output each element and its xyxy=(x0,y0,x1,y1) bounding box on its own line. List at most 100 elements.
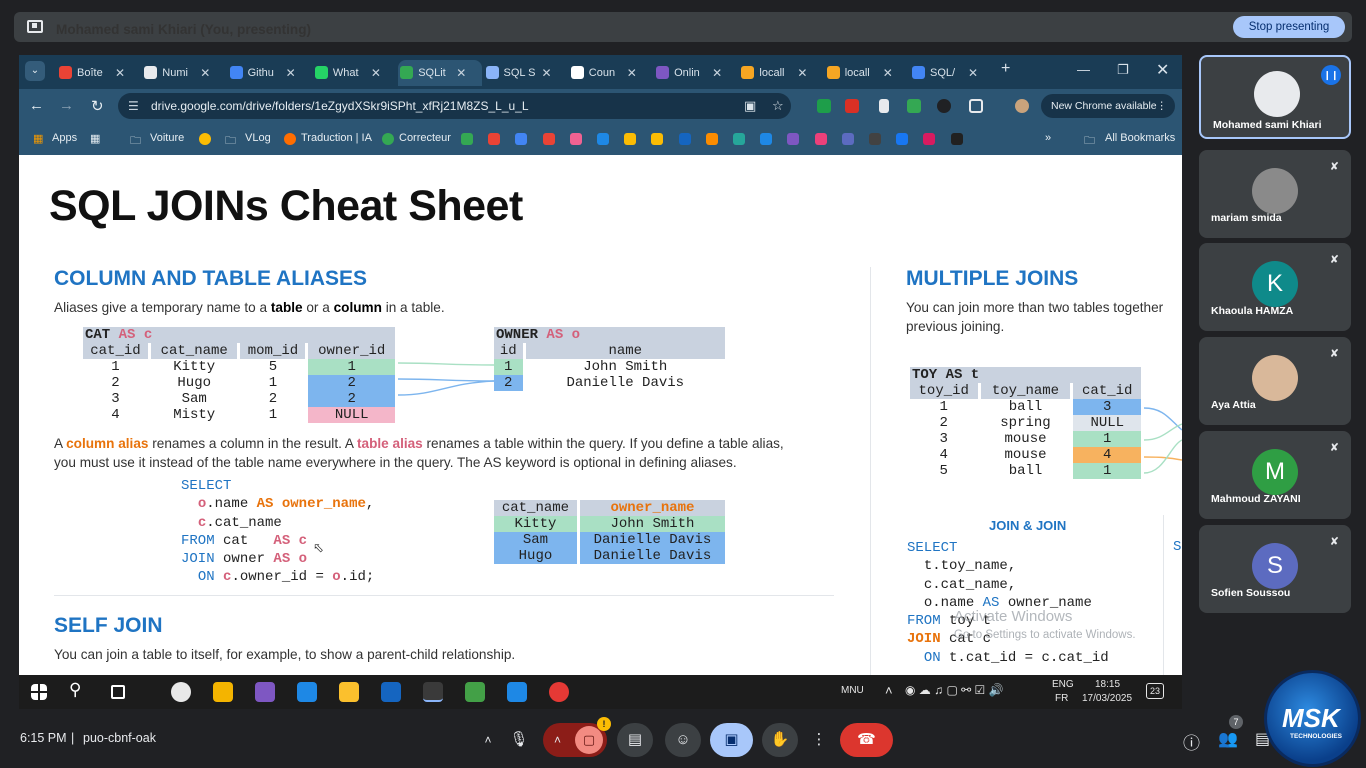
bookmark-icon[interactable] xyxy=(199,133,211,145)
bookmark-icon[interactable] xyxy=(678,133,691,145)
present-screen-button[interactable]: ▣ xyxy=(710,723,753,757)
tab-close-icon[interactable]: ✕ xyxy=(627,60,637,86)
profile-avatar[interactable] xyxy=(1015,99,1029,113)
taskbar-app-icon[interactable] xyxy=(255,682,275,702)
taskbar-app-icon[interactable] xyxy=(213,682,233,702)
minimize-icon[interactable]: — xyxy=(1077,62,1090,77)
bookmark-vlog[interactable]: VLog xyxy=(245,132,271,144)
forward-icon[interactable]: → xyxy=(59,97,74,114)
more-options-icon[interactable]: ⋮ xyxy=(807,723,831,757)
bookmark-icon[interactable] xyxy=(814,133,827,145)
tab-3[interactable]: What ✕ xyxy=(313,60,393,86)
tab-close-icon[interactable]: ✕ xyxy=(371,60,381,86)
microphone-button[interactable]: 🎙 xyxy=(502,723,536,757)
tab-2[interactable]: Githu ✕ xyxy=(228,60,308,86)
raise-hand-button[interactable]: ✋ xyxy=(762,723,798,757)
tab-close-icon[interactable]: ✕ xyxy=(797,60,807,86)
bookmark-icon[interactable] xyxy=(896,133,909,145)
tab-4[interactable]: SQLit ✕ xyxy=(398,60,483,86)
participant-tile[interactable]: S Sofien Soussou ✘ xyxy=(1199,525,1351,613)
tab-close-icon[interactable]: ✕ xyxy=(712,60,722,86)
bookmark-icon[interactable] xyxy=(569,133,582,145)
bookmark-icon[interactable] xyxy=(461,133,473,145)
tab-1[interactable]: Numi ✕ xyxy=(142,60,222,86)
tab-close-icon[interactable]: ✕ xyxy=(115,60,125,86)
taskbar-app-icon[interactable] xyxy=(549,682,569,702)
more-bookmarks-icon[interactable]: » xyxy=(1045,132,1051,144)
bookmark-icon[interactable] xyxy=(488,133,501,145)
bookmark-icon[interactable] xyxy=(624,133,637,145)
participant-tile[interactable]: mariam smida ✘ xyxy=(1199,150,1351,238)
bookmark-icon[interactable] xyxy=(382,133,394,145)
tab-close-icon[interactable]: ✕ xyxy=(968,60,978,86)
bookmark-icon[interactable] xyxy=(284,133,296,145)
people-icon[interactable]: 👥 xyxy=(1218,729,1238,749)
bookmark-icon[interactable] xyxy=(651,133,664,145)
tab-9[interactable]: locall ✕ xyxy=(825,60,905,86)
taskbar-app-icon[interactable] xyxy=(465,682,485,702)
extension-icon[interactable] xyxy=(845,99,859,113)
tab-5[interactable]: SQL S ✕ xyxy=(484,60,564,86)
bookmark-icon[interactable] xyxy=(869,133,881,145)
leave-call-button[interactable]: ☎ xyxy=(840,723,893,757)
stop-presenting-button[interactable]: Stop presenting xyxy=(1233,16,1345,38)
reload-icon[interactable]: ↻ xyxy=(91,97,104,115)
audio-options-chevron-icon[interactable]: ˄ xyxy=(476,723,500,757)
tab-close-icon[interactable]: ✕ xyxy=(200,60,210,86)
bookmark-icon[interactable] xyxy=(841,133,854,145)
tab-search-chevron-icon[interactable]: ⌄ xyxy=(25,61,45,81)
bookmark-icon[interactable] xyxy=(733,133,745,145)
bookmark-icon[interactable] xyxy=(787,133,800,145)
keyboard-indicator[interactable]: MNU xyxy=(841,685,864,696)
extension-icon[interactable] xyxy=(817,99,831,113)
bookmark-icon[interactable] xyxy=(597,133,609,145)
site-info-icon[interactable]: ☰ xyxy=(128,93,139,119)
tab-close-icon[interactable]: ✕ xyxy=(286,60,296,86)
search-icon[interactable]: ⚲ xyxy=(69,680,89,700)
bookmark-apps[interactable]: Apps xyxy=(52,132,77,144)
clock-time[interactable]: 18:15 xyxy=(1095,679,1120,690)
install-app-icon[interactable]: ▣ xyxy=(744,93,756,119)
address-bar[interactable]: ☰ drive.google.com/drive/folders/1eZgydX… xyxy=(118,93,791,119)
emoji-reaction-button[interactable]: ☺ xyxy=(665,723,701,757)
clock-date[interactable]: 17/03/2025 xyxy=(1082,693,1132,704)
task-view-icon[interactable] xyxy=(111,685,125,699)
participant-tile[interactable]: Mohamed sami Khiari ❙❙ xyxy=(1199,55,1351,139)
participant-tile[interactable]: M Mahmoud ZAYANI ✘ xyxy=(1199,431,1351,519)
tab-close-icon[interactable]: ✕ xyxy=(883,60,893,86)
bookmark-icon[interactable] xyxy=(705,133,718,145)
show-hidden-icons[interactable]: ˄ xyxy=(885,683,893,698)
new-tab-button[interactable]: + xyxy=(1001,60,1010,78)
notification-icon[interactable]: 23 xyxy=(1146,683,1164,699)
taskbar-app-icon[interactable] xyxy=(507,682,527,702)
lang-fr[interactable]: FR xyxy=(1055,693,1068,704)
bookmark-icon[interactable] xyxy=(923,133,936,145)
tab-6[interactable]: Coun ✕ xyxy=(569,60,649,86)
taskbar-app-icon[interactable] xyxy=(423,682,443,702)
participant-tile[interactable]: K Khaoula HAMZA ✘ xyxy=(1199,243,1351,331)
taskbar-app-icon[interactable] xyxy=(381,682,401,702)
bookmark-all[interactable]: All Bookmarks xyxy=(1105,132,1175,144)
tray-icons[interactable]: ◉ ☁ ♫ ▢ ⚯ ☑ 🔊 xyxy=(905,683,1004,697)
tab-groups-icon[interactable]: ▦ xyxy=(90,132,100,145)
bookmark-icon[interactable] xyxy=(760,133,773,145)
apps-grid-icon[interactable]: ▦ xyxy=(33,132,43,145)
participant-tile[interactable]: Aya Attia ✘ xyxy=(1199,337,1351,425)
more-menu-icon[interactable]: ⋮ xyxy=(1157,94,1168,118)
bookmark-correcteur[interactable]: Correcteur xyxy=(399,132,451,144)
meeting-info-icon[interactable]: ⓘ xyxy=(1183,729,1200,754)
tab-10[interactable]: SQL/ ✕ xyxy=(910,60,990,86)
bookmark-icon[interactable] xyxy=(515,133,528,145)
taskbar-app-icon[interactable] xyxy=(297,682,317,702)
bookmark-traduction[interactable]: Traduction | IA xyxy=(301,132,372,144)
tab-7[interactable]: Onlin ✕ xyxy=(654,60,734,86)
tab-close-icon[interactable]: ✕ xyxy=(456,60,466,86)
lang-eng[interactable]: ENG xyxy=(1052,679,1074,690)
extension-icon[interactable] xyxy=(937,99,951,113)
tab-close-icon[interactable]: ✕ xyxy=(542,60,552,86)
back-icon[interactable]: ← xyxy=(29,97,44,114)
windows-start-icon[interactable] xyxy=(31,684,47,700)
tab-8[interactable]: locall ✕ xyxy=(739,60,819,86)
extension-icon[interactable] xyxy=(907,99,921,113)
tab-0[interactable]: Boîte ✕ xyxy=(57,60,137,86)
